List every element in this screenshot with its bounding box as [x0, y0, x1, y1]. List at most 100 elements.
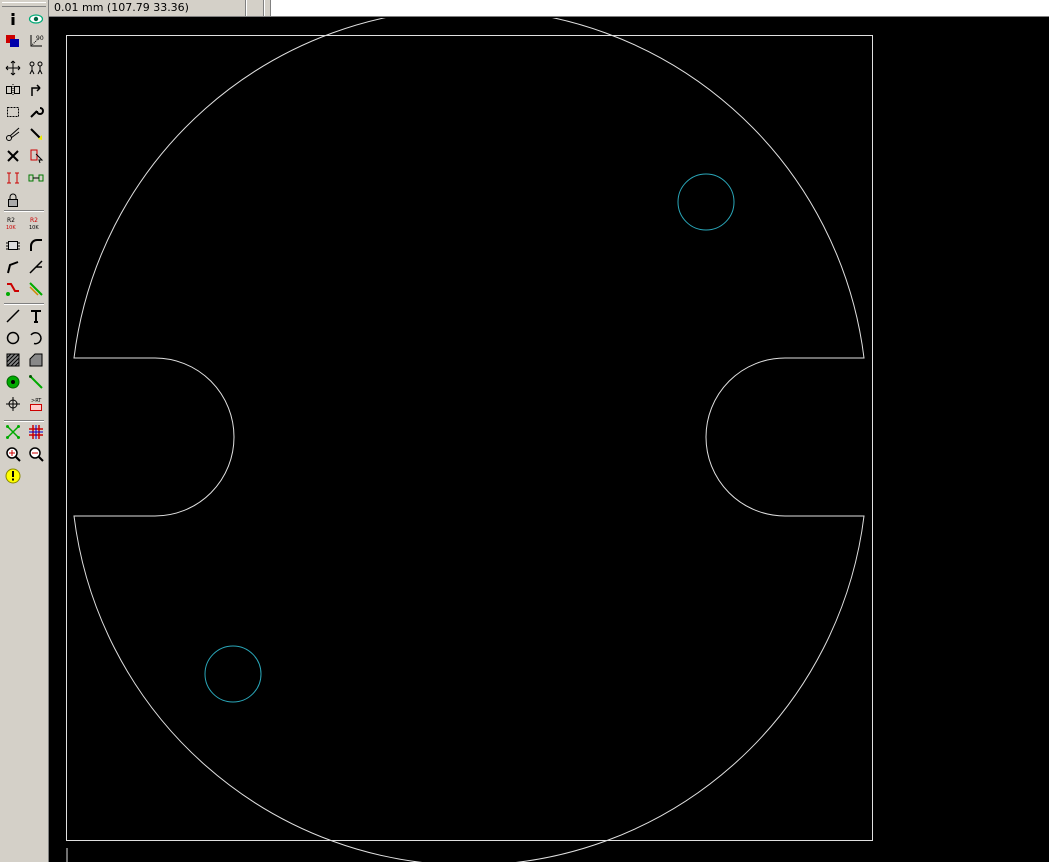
svg-text:10K: 10K: [29, 225, 39, 231]
target-icon: [6, 397, 20, 411]
route-45-icon: [29, 260, 43, 274]
layers-button[interactable]: [3, 31, 23, 51]
route-track-icon: [6, 283, 19, 296]
lock-icon: [8, 193, 18, 207]
move-icon: [5, 60, 21, 76]
toolbar-grip[interactable]: [2, 2, 46, 7]
components-button[interactable]: [26, 58, 46, 78]
svg-text:>RT: >RT: [31, 398, 42, 404]
zoom-out-icon: [29, 447, 44, 462]
toolbar-separator: [4, 420, 44, 422]
info-button[interactable]: [3, 9, 23, 29]
svg-text:R2: R2: [30, 217, 38, 224]
zoom-in-button[interactable]: [3, 444, 23, 464]
ratsnest-button[interactable]: [3, 422, 23, 442]
grid-angle-button[interactable]: 90: [26, 31, 46, 51]
status-field: [250, 0, 264, 16]
grid-button[interactable]: [26, 422, 46, 442]
mounting-hole[interactable]: [677, 173, 735, 231]
lock-button[interactable]: [3, 190, 23, 210]
mounting-hole[interactable]: [204, 645, 262, 703]
flip-icon: [31, 84, 41, 96]
polygon-button[interactable]: [26, 350, 46, 370]
measure-button[interactable]: [3, 168, 23, 188]
toolbar-separator: [4, 210, 44, 212]
status-bar: 0.01 mm (107.79 33.36): [49, 0, 1049, 17]
layers-icon: [6, 35, 19, 47]
toolbar-separator: [4, 303, 44, 305]
cut-icon: [6, 127, 20, 141]
draw-circle-button[interactable]: [3, 328, 23, 348]
pcb-canvas[interactable]: [50, 18, 1049, 862]
move-component-icon: [28, 174, 44, 182]
delete-icon: [7, 150, 19, 162]
target-button[interactable]: [3, 394, 23, 414]
components-icon: [29, 61, 43, 75]
view-eye-button[interactable]: [26, 9, 46, 29]
add-connection-button[interactable]: [26, 372, 46, 392]
component-value-icon: R210K: [6, 217, 16, 231]
dimension-button[interactable]: >RT: [26, 394, 46, 414]
zoom-out-button[interactable]: [26, 444, 46, 464]
svg-text:10K: 10K: [6, 225, 16, 231]
measure-icon: [7, 172, 19, 184]
polygon-icon: [29, 353, 43, 367]
ratsnest-icon: [6, 425, 20, 439]
select-rect-icon: [7, 107, 19, 117]
flip-button[interactable]: [26, 80, 46, 100]
zoom-in-icon: [6, 447, 21, 462]
highlight-pen-icon: [30, 128, 42, 140]
mirror-button[interactable]: [3, 80, 23, 100]
page-frame: [66, 35, 873, 841]
view-eye-icon: [28, 14, 44, 24]
svg-text:R2: R2: [7, 217, 15, 224]
cut-button[interactable]: [3, 124, 23, 144]
select-rect-button[interactable]: [3, 102, 23, 122]
add-connection-icon: [29, 375, 43, 389]
draw-line-button[interactable]: [3, 306, 23, 326]
svg-text:90: 90: [36, 35, 44, 42]
route-diff-icon: [29, 282, 43, 296]
footprint-icon: [6, 241, 20, 250]
select-component-button[interactable]: [26, 146, 46, 166]
mirror-icon: [6, 84, 20, 96]
arc-track-button[interactable]: [26, 235, 46, 255]
select-component-icon: [30, 149, 44, 164]
component-value-alt-button[interactable]: R2 10K: [26, 213, 46, 233]
route-bend-icon: [7, 261, 19, 274]
route-bend-button[interactable]: [3, 257, 23, 277]
grid-angle-icon: 90: [30, 35, 44, 47]
draw-arc-button[interactable]: [26, 328, 46, 348]
dimension-icon: >RT: [30, 398, 42, 411]
highlight-pen-button[interactable]: [26, 124, 46, 144]
add-text-button[interactable]: [26, 306, 46, 326]
route-track-button[interactable]: [3, 279, 23, 299]
info-icon: [11, 13, 15, 25]
board-drawing: [66, 18, 873, 862]
delete-button[interactable]: [3, 146, 23, 166]
board-outline: [73, 18, 865, 862]
drc-warning-icon: [5, 468, 21, 484]
route-45-button[interactable]: [26, 257, 46, 277]
add-via-icon: [6, 375, 20, 389]
coordinate-readout: 0.01 mm (107.79 33.36): [52, 0, 246, 16]
arc-track-icon: [30, 239, 42, 251]
move-button[interactable]: [3, 58, 23, 78]
drc-warning-button[interactable]: [3, 466, 23, 486]
component-value-alt-icon: R210K: [29, 217, 39, 231]
draw-line-icon: [6, 309, 20, 323]
footprint-button[interactable]: [3, 235, 23, 255]
fill-zone-button[interactable]: [3, 350, 23, 370]
move-component-button[interactable]: [26, 168, 46, 188]
left-toolbar: 90 R2 10K R2 10K >RT: [0, 0, 49, 862]
wrench-button[interactable]: [26, 102, 46, 122]
add-via-button[interactable]: [3, 372, 23, 392]
route-diff-button[interactable]: [26, 279, 46, 299]
grid-icon: [29, 425, 43, 439]
message-field: [270, 0, 1049, 16]
add-text-icon: [31, 310, 41, 323]
wrench-icon: [30, 107, 44, 118]
component-value-button[interactable]: R2 10K: [3, 213, 23, 233]
fill-zone-icon: [6, 353, 20, 367]
draw-circle-icon: [6, 331, 20, 345]
